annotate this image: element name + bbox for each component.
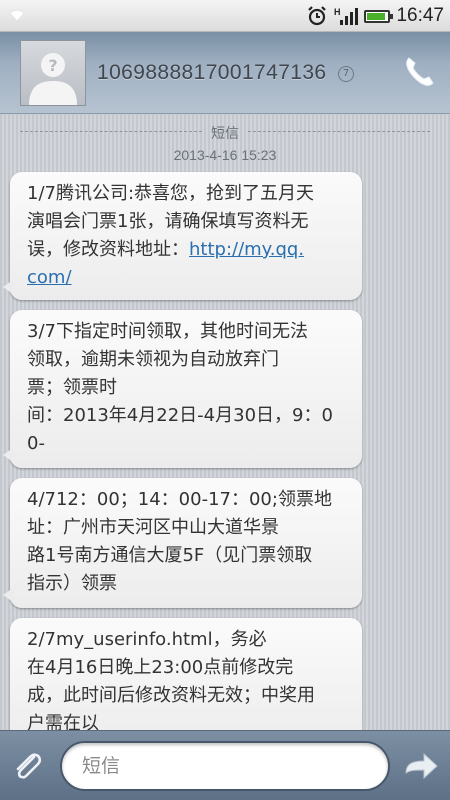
message-link[interactable]: http://my.qq. — [189, 239, 304, 260]
battery-level — [367, 12, 386, 20]
message-line: 4/712：00；14：00-17：00;领票地 — [27, 489, 332, 510]
contact-number: 1069888817001747136 — [97, 61, 327, 84]
battery-icon — [364, 9, 394, 23]
message-line: 误，修改资料地址： — [27, 239, 189, 260]
contact-avatar[interactable]: ? — [20, 40, 86, 106]
phone-icon[interactable] — [400, 52, 440, 92]
message-line: 间：2013年4月22日-4月30日，9：0 — [27, 405, 333, 426]
message-line: 成，此时间后修改资料无效；中奖用 — [27, 685, 315, 706]
message-line: 票；领票时 — [27, 377, 117, 398]
message-line: 0- — [27, 433, 45, 454]
message-line: 在4月16日晚上23:00点前修改完 — [27, 657, 294, 678]
svg-text:?: ? — [48, 56, 57, 75]
signal-icon: H — [334, 7, 359, 25]
paperclip-icon[interactable] — [10, 749, 46, 785]
avatar-placeholder-icon: ? — [29, 53, 77, 105]
conversation-header: ? 1069888817001747136 7 — [0, 32, 450, 114]
message-count-badge: 7 — [338, 66, 354, 82]
alarm-icon — [308, 6, 327, 26]
message-line: 指示）领票 — [27, 573, 117, 594]
wifi-icon — [9, 9, 25, 22]
network-type: H — [334, 7, 341, 17]
send-icon[interactable] — [402, 749, 440, 785]
message-line: 址：广州市天河区中山大道华景 — [27, 517, 279, 538]
message-list[interactable]: 短信 2013-4-16 15:23 1/7腾讯公司:恭喜您，抢到了五月天 演唱… — [0, 115, 450, 730]
message-line: 路1号南方通信大厦5F（见门票领取 — [27, 545, 313, 566]
message-line: 1/7腾讯公司:恭喜您，抢到了五月天 — [27, 183, 315, 204]
message-bubble[interactable]: 1/7腾讯公司:恭喜您，抢到了五月天 演唱会门票1张，请确保填写资料无 误，修改… — [3, 172, 362, 300]
clock-time: 16:47 — [396, 5, 444, 26]
message-line: 户需在以 — [27, 713, 99, 730]
message-bubble[interactable]: 2/7my_userinfo.html，务必 在4月16日晚上23:00点前修改… — [3, 618, 362, 730]
message-type-label: 短信 — [211, 126, 239, 142]
compose-bar — [0, 730, 450, 800]
message-line: 领取，逾期未领视为自动放弃门 — [27, 349, 279, 370]
message-line: 3/7下指定时间领取，其他时间无法 — [27, 321, 308, 342]
message-bubble[interactable]: 4/712：00；14：00-17：00;领票地 址：广州市天河区中山大道华景 … — [3, 478, 362, 608]
status-bar: H 16:47 — [0, 0, 450, 32]
message-bubble[interactable]: 3/7下指定时间领取，其他时间无法 领取，逾期未领视为自动放弃门 票；领票时 间… — [3, 310, 362, 468]
message-line: 演唱会门票1张，请确保填写资料无 — [27, 211, 309, 232]
message-timestamp: 2013-4-16 15:23 — [173, 147, 277, 163]
message-link-continued[interactable]: com/ — [27, 267, 72, 288]
message-input[interactable] — [60, 741, 390, 791]
message-line: 2/7my_userinfo.html，务必 — [27, 629, 267, 650]
